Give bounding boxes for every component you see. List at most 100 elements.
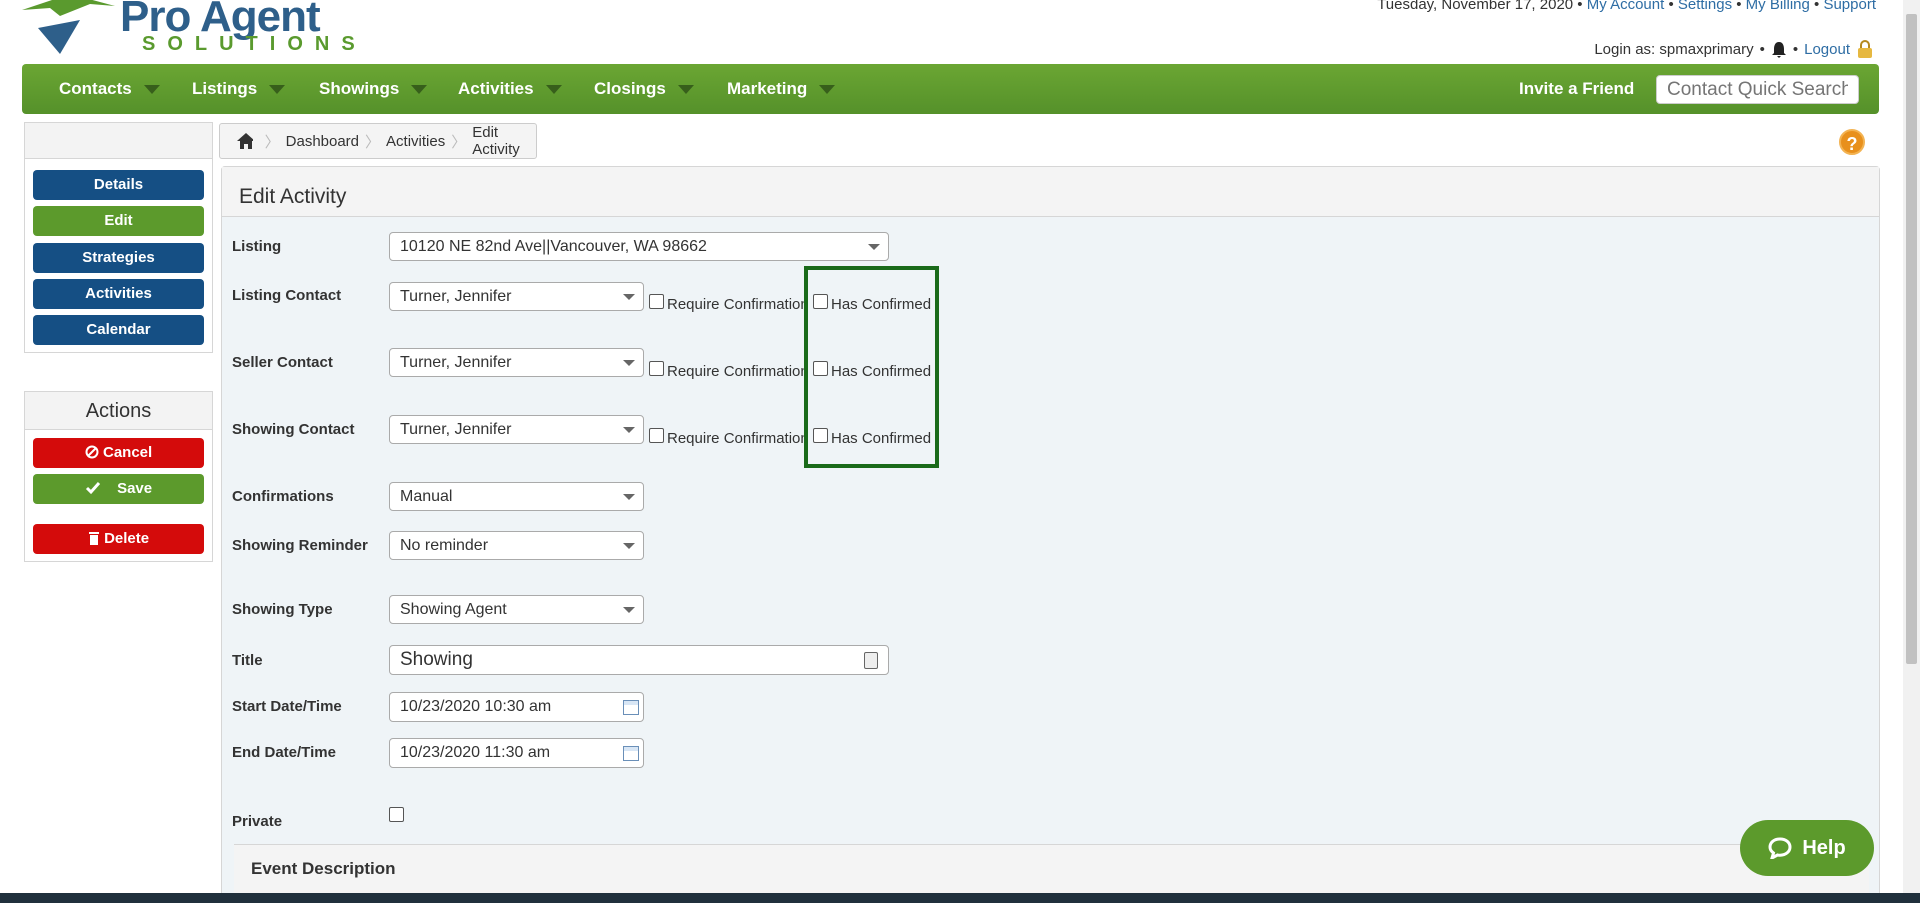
nav-marketing[interactable]: Marketing xyxy=(727,64,836,114)
calendar-icon[interactable] xyxy=(623,700,639,715)
login-info: Login as: spmaxprimary • • Logout xyxy=(1594,39,1874,59)
ban-icon xyxy=(85,445,99,459)
my-billing-link[interactable]: My Billing xyxy=(1746,0,1810,13)
showing-require-confirmation-checkbox[interactable] xyxy=(649,428,664,443)
trash-icon xyxy=(88,532,99,545)
breadcrumb-edit-activity: Edit Activity xyxy=(472,124,520,158)
breadcrumb-dashboard[interactable]: Dashboard xyxy=(286,133,359,150)
bell-icon[interactable] xyxy=(1771,41,1787,58)
home-icon[interactable] xyxy=(236,132,253,150)
confirmations-label: Confirmations xyxy=(232,488,334,505)
actions-panel: Actions Cancel Save Delete xyxy=(24,391,213,562)
chat-bubble-icon xyxy=(1768,837,1792,859)
nav-contacts-label: Contacts xyxy=(59,79,132,98)
start-datetime-input[interactable]: 10/23/2020 10:30 am xyxy=(389,692,644,722)
listing-require-confirmation-label: Require Confirmation xyxy=(667,296,809,313)
invite-friend-link[interactable]: Invite a Friend xyxy=(1519,64,1634,114)
nav-contacts[interactable]: Contacts xyxy=(59,64,160,114)
nav-showings[interactable]: Showings xyxy=(319,64,428,114)
seller-contact-label: Seller Contact xyxy=(232,354,333,371)
title-label: Title xyxy=(232,652,263,669)
details-button[interactable]: Details xyxy=(33,170,204,200)
logo-mark xyxy=(22,0,115,54)
logo[interactable]: Pro Agent SOLUTIONS xyxy=(20,0,355,58)
seller-contact-value: Turner, Jennifer xyxy=(400,354,512,371)
listing-require-confirmation-checkbox[interactable] xyxy=(649,294,664,309)
cancel-button[interactable]: Cancel xyxy=(33,438,204,468)
support-link[interactable]: Support xyxy=(1823,0,1876,13)
check-icon xyxy=(85,482,101,495)
showing-contact-value: Turner, Jennifer xyxy=(400,421,512,438)
chevron-down-icon xyxy=(545,84,562,94)
page-scrollbar[interactable] xyxy=(1903,0,1920,893)
showing-require-confirmation-label: Require Confirmation xyxy=(667,430,809,447)
end-datetime-label: End Date/Time xyxy=(232,744,336,761)
chevron-down-icon xyxy=(411,84,428,94)
help-question-icon[interactable]: ? xyxy=(1839,129,1865,155)
start-datetime-value: 10/23/2020 10:30 am xyxy=(400,698,552,715)
showing-type-select[interactable]: Showing Agent xyxy=(389,595,644,624)
end-datetime-value: 10/23/2020 11:30 am xyxy=(400,744,551,761)
listing-contact-value: Turner, Jennifer xyxy=(400,288,512,305)
listing-contact-select[interactable]: Turner, Jennifer xyxy=(389,282,644,311)
seller-contact-select[interactable]: Turner, Jennifer xyxy=(389,348,644,377)
contact-card-icon[interactable] xyxy=(864,652,878,669)
actions-title: Actions xyxy=(25,392,212,430)
end-datetime-input[interactable]: 10/23/2020 11:30 am xyxy=(389,738,644,768)
chevron-down-icon xyxy=(868,244,880,250)
chevron-down-icon xyxy=(623,360,635,366)
showing-contact-select[interactable]: Turner, Jennifer xyxy=(389,415,644,444)
nav-activities-label: Activities xyxy=(458,79,534,98)
showing-reminder-value: No reminder xyxy=(400,537,489,554)
record-menu: Details Edit Strategies Activities Calen… xyxy=(24,122,213,353)
lock-icon xyxy=(1858,40,1872,58)
title-input[interactable]: Showing xyxy=(389,645,889,675)
chevron-down-icon xyxy=(623,494,635,500)
chevron-down-icon xyxy=(819,84,836,94)
logo-text-bottom: SOLUTIONS xyxy=(142,33,367,55)
scrollbar-thumb[interactable] xyxy=(1906,14,1917,664)
breadcrumb: 〉 Dashboard 〉 Activities 〉 Edit Activity xyxy=(219,123,537,159)
top-links: Tuesday, November 17, 2020 • My Account … xyxy=(1377,0,1876,13)
main-nav: Contacts Listings Showings Activities Cl… xyxy=(22,64,1879,114)
title-value: Showing xyxy=(400,649,473,670)
private-checkbox[interactable] xyxy=(389,807,404,822)
nav-marketing-label: Marketing xyxy=(727,79,808,98)
showing-reminder-label: Showing Reminder xyxy=(232,537,368,554)
page-title: Edit Activity xyxy=(239,185,347,208)
chevron-down-icon xyxy=(623,427,635,433)
login-as-text: Login as: spmaxprimary xyxy=(1594,40,1754,58)
calendar-button[interactable]: Calendar xyxy=(33,315,204,345)
confirmations-select[interactable]: Manual xyxy=(389,482,644,511)
save-label: Save xyxy=(117,480,153,497)
nav-activities[interactable]: Activities xyxy=(458,64,562,114)
nav-showings-label: Showings xyxy=(319,79,400,98)
confirmations-value: Manual xyxy=(400,488,453,505)
help-label: Help xyxy=(1802,836,1846,859)
settings-link[interactable]: Settings xyxy=(1678,0,1732,13)
delete-button[interactable]: Delete xyxy=(33,524,204,554)
listing-select[interactable]: 10120 NE 82nd Ave||Vancouver, WA 98662 xyxy=(389,232,889,261)
delete-label: Delete xyxy=(104,530,150,547)
activities-button[interactable]: Activities xyxy=(33,279,204,309)
calendar-icon[interactable] xyxy=(623,746,639,761)
edit-button[interactable]: Edit xyxy=(33,206,204,236)
showing-reminder-select[interactable]: No reminder xyxy=(389,531,644,560)
nav-closings[interactable]: Closings xyxy=(594,64,694,114)
seller-require-confirmation-checkbox[interactable] xyxy=(649,361,664,376)
showing-type-value: Showing Agent xyxy=(400,601,507,618)
save-button[interactable]: Save xyxy=(33,474,204,504)
logout-link[interactable]: Logout xyxy=(1804,41,1850,58)
help-button[interactable]: Help xyxy=(1740,820,1874,876)
listing-contact-label: Listing Contact xyxy=(232,287,342,304)
my-account-link[interactable]: My Account xyxy=(1587,0,1665,13)
nav-listings[interactable]: Listings xyxy=(192,64,286,114)
start-datetime-label: Start Date/Time xyxy=(232,698,342,715)
strategies-button[interactable]: Strategies xyxy=(33,243,204,273)
nav-listings-label: Listings xyxy=(192,79,258,98)
contact-quick-search-input[interactable] xyxy=(1656,75,1859,104)
listing-value: 10120 NE 82nd Ave||Vancouver, WA 98662 xyxy=(400,238,707,255)
record-menu-header xyxy=(25,123,212,159)
nav-closings-label: Closings xyxy=(594,79,666,98)
breadcrumb-activities[interactable]: Activities xyxy=(386,133,445,150)
